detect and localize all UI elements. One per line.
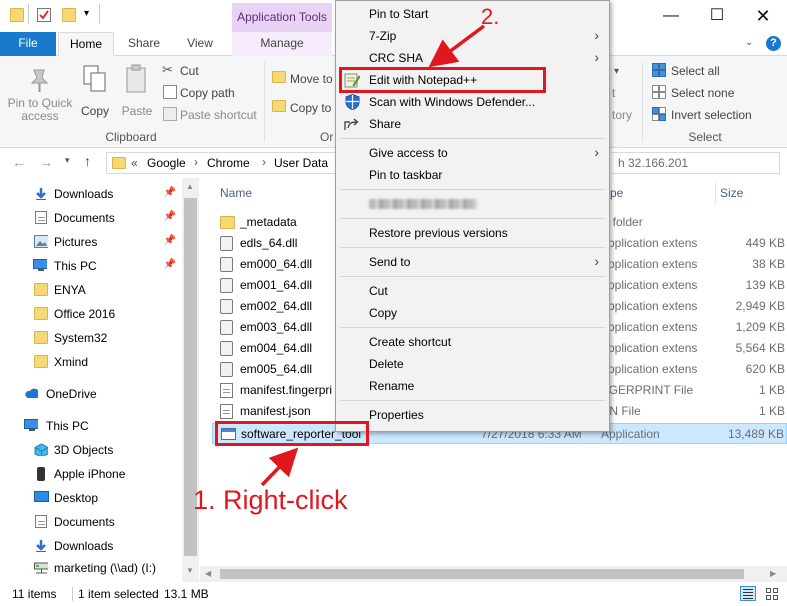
- status-selected-size: 13.1 MB: [164, 587, 209, 601]
- status-selected: 1 item selected: [78, 587, 159, 601]
- separator: [72, 587, 73, 601]
- annotation-arrows: [260, 24, 486, 487]
- annotation-arrow-1: [260, 447, 299, 487]
- annotation-arrow-2: [428, 24, 486, 68]
- details-view-icon[interactable]: [740, 586, 756, 601]
- large-icons-view-icon[interactable]: [764, 586, 780, 601]
- status-item-count: 11 items: [12, 587, 57, 601]
- status-bar: 11 items 1 item selected 13.1 MB: [0, 582, 787, 606]
